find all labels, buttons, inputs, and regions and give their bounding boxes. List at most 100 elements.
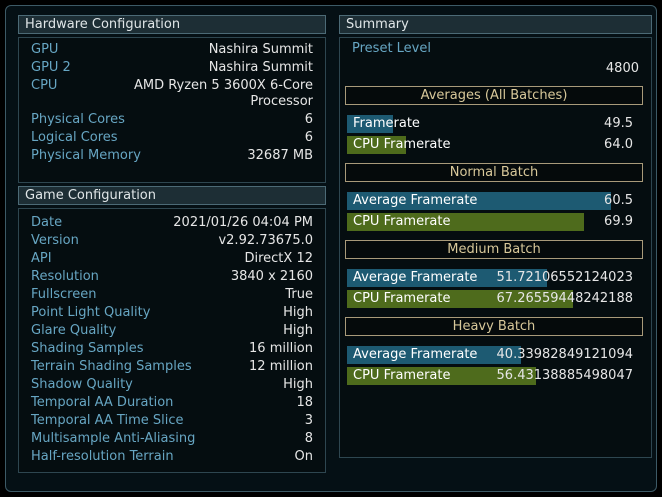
cpu-framerate-bar-row: CPU Framerate 69.9 — [345, 212, 643, 232]
hw-row-logical-cores: Logical Cores 6 — [19, 129, 325, 147]
framerate-bar-row: Average Framerate 60.5 — [345, 191, 643, 211]
bar-value: 49.5 — [604, 116, 633, 131]
game-key: Temporal AA Time Slice — [31, 413, 184, 428]
game-row: Date 2021/01/26 04:04 PM — [19, 214, 325, 232]
bar-label: CPU Framerate — [353, 137, 451, 152]
batch-header: Averages (All Batches) — [345, 86, 643, 105]
hw-value: AMD Ryzen 5 3600X 6-Core Processor — [134, 78, 313, 110]
game-value: 8 — [304, 431, 313, 446]
bar-value: 40.33982849121094 — [496, 347, 633, 362]
bar-label: CPU Framerate — [353, 291, 451, 306]
hw-row-gpu: GPU Nashira Summit — [19, 41, 325, 59]
hw-value: Nashira Summit — [208, 60, 313, 75]
game-config-header: Game Configuration — [18, 186, 326, 205]
hw-key: Logical Cores — [31, 130, 118, 145]
preset-level-label: Preset Level — [352, 41, 431, 56]
game-value: 3 — [304, 413, 313, 428]
game-key: Glare Quality — [31, 323, 117, 338]
bar-value: 51.72106552124023 — [496, 270, 633, 285]
game-row: Shading Samples 16 million — [19, 340, 325, 358]
hw-key: GPU 2 — [31, 60, 71, 75]
bar-label: Framerate — [353, 116, 420, 131]
hw-key: GPU — [31, 42, 59, 57]
game-key: Half-resolution Terrain — [31, 449, 174, 464]
game-config-panel: Date 2021/01/26 04:04 PM Version v2.92.736… — [18, 208, 326, 473]
hw-value-line1: AMD Ryzen 5 3600X 6-Core — [133, 78, 313, 93]
game-value: High — [283, 323, 313, 338]
preset-level-value: 4800 — [605, 61, 639, 76]
game-key: Multisample Anti-Aliasing — [31, 431, 196, 446]
preset-level-row: Preset Level — [340, 39, 651, 59]
game-key: Version — [31, 233, 79, 248]
bar-value: 56.43138885498047 — [496, 368, 633, 383]
bar-value: 60.5 — [604, 193, 633, 208]
game-key: Temporal AA Duration — [31, 395, 174, 410]
bar-label: Average Framerate — [353, 193, 478, 208]
hardware-config-panel: GPU Nashira Summit GPU 2 Nashira Summit … — [18, 37, 326, 183]
game-value: 3840 x 2160 — [230, 269, 313, 284]
hw-row-cpu: CPU AMD Ryzen 5 3600X 6-Core Processor — [19, 77, 325, 111]
hw-value: 6 — [304, 130, 313, 145]
right-column: Summary Preset Level 4800 Averages (All … — [339, 15, 652, 458]
game-key: Shading Samples — [31, 341, 144, 356]
hw-key: Physical Cores — [31, 112, 125, 127]
batch-section: Averages (All Batches) Framerate 49.5 CPU F… — [345, 86, 643, 155]
bar-value: 67.26559448242188 — [496, 291, 633, 306]
game-key: Date — [31, 215, 63, 230]
hw-row-gpu2: GPU 2 Nashira Summit — [19, 59, 325, 77]
game-value: DirectX 12 — [244, 251, 313, 266]
cpu-framerate-bar-row: CPU Framerate 56.43138885498047 — [345, 366, 643, 386]
hw-value-line2: Processor — [250, 94, 313, 109]
batch-header: Normal Batch — [345, 163, 643, 182]
bar-label: Average Framerate — [353, 347, 478, 362]
batch-section: Heavy Batch Average Framerate 40.339828491… — [345, 317, 643, 386]
game-key: Shadow Quality — [31, 377, 133, 392]
bar-value: 64.0 — [604, 137, 633, 152]
game-row: Glare Quality High — [19, 322, 325, 340]
hardware-config-header: Hardware Configuration — [18, 15, 326, 34]
hw-value: Nashira Summit — [208, 42, 313, 57]
game-row: Shadow Quality High — [19, 376, 325, 394]
game-row: Half-resolution Terrain On — [19, 448, 325, 466]
game-value: True — [285, 287, 313, 302]
preset-value-row: 4800 — [340, 59, 651, 79]
hw-value: 32687 MB — [247, 148, 313, 163]
game-row: Multisample Anti-Aliasing 8 — [19, 430, 325, 448]
batch-header: Heavy Batch — [345, 317, 643, 336]
game-row: Fullscreen True — [19, 286, 325, 304]
hw-key: CPU — [31, 78, 58, 93]
framerate-bar-row: Average Framerate 51.72106552124023 — [345, 268, 643, 288]
cpu-framerate-bar-row: CPU Framerate 67.26559448242188 — [345, 289, 643, 309]
game-key: Terrain Shading Samples — [31, 359, 192, 374]
game-value: 2021/01/26 04:04 PM — [173, 215, 313, 230]
game-key: API — [31, 251, 52, 266]
batch-section: Medium Batch Average Framerate 51.72106552… — [345, 240, 643, 309]
game-row: Temporal AA Time Slice 3 — [19, 412, 325, 430]
hw-value: 6 — [304, 112, 313, 127]
cpu-framerate-bar-row: CPU Framerate 64.0 — [345, 135, 643, 155]
game-value: 12 million — [249, 359, 313, 374]
bar-label: Average Framerate — [353, 270, 478, 285]
batch-section: Normal Batch Average Framerate 60.5 CPU Fra… — [345, 163, 643, 232]
batch-list: Averages (All Batches) Framerate 49.5 CPU F… — [340, 86, 651, 386]
game-value: v2.92.73675.0 — [218, 233, 313, 248]
game-value: High — [283, 377, 313, 392]
left-column: Hardware Configuration GPU Nashira Summi… — [18, 15, 326, 473]
game-row: Version v2.92.73675.0 — [19, 232, 325, 250]
game-value: 18 — [296, 395, 313, 410]
game-value: 16 million — [249, 341, 313, 356]
summary-panel: Preset Level 4800 Averages (All Batches)… — [339, 37, 652, 458]
benchmark-results-window: Hardware Configuration GPU Nashira Summi… — [5, 5, 657, 492]
game-row: Terrain Shading Samples 12 million — [19, 358, 325, 376]
game-value: On — [294, 449, 313, 464]
summary-header: Summary — [339, 15, 652, 34]
game-row: API DirectX 12 — [19, 250, 325, 268]
game-row: Resolution 3840 x 2160 — [19, 268, 325, 286]
game-key: Resolution — [31, 269, 99, 284]
framerate-bar-row: Framerate 49.5 — [345, 114, 643, 134]
game-row: Point Light Quality High — [19, 304, 325, 322]
bar-label: CPU Framerate — [353, 214, 451, 229]
bar-label: CPU Framerate — [353, 368, 451, 383]
bar-value: 69.9 — [604, 214, 633, 229]
game-key: Fullscreen — [31, 287, 97, 302]
